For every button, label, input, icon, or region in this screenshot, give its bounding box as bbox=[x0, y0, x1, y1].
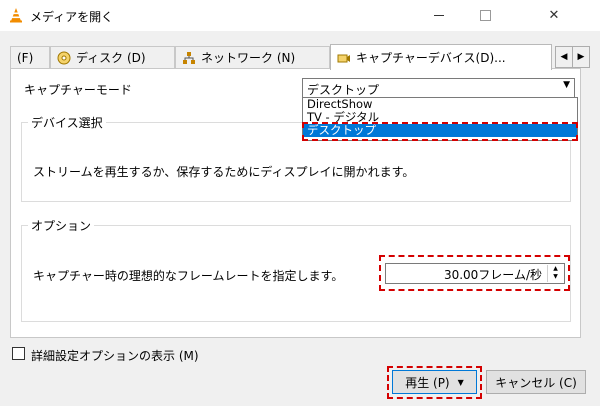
tab-scroll-left-button[interactable]: ◀ bbox=[555, 46, 573, 68]
title-bar: メディアを開く ✕ bbox=[0, 0, 600, 31]
capture-mode-dropdown-list: DirectShow TV - デジタル デスクトップ bbox=[302, 97, 578, 141]
capture-mode-select[interactable]: デスクトップ ▼ bbox=[302, 78, 575, 98]
dropdown-option-directshow[interactable]: DirectShow bbox=[303, 98, 577, 111]
options-legend: オプション bbox=[28, 217, 95, 234]
close-icon: ✕ bbox=[548, 8, 560, 23]
chevron-left-icon: ◀ bbox=[560, 52, 568, 62]
disc-icon bbox=[57, 51, 71, 64]
advanced-options-label[interactable]: 詳細設定オプションの表示 (M) bbox=[31, 347, 199, 364]
minimize-icon bbox=[434, 15, 444, 16]
tab-network-label: ネットワーク (N) bbox=[201, 51, 296, 65]
capture-mode-value: デスクトップ bbox=[307, 83, 380, 97]
tab-capture-device[interactable]: キャプチャーデバイス(D)... bbox=[330, 44, 552, 70]
close-button[interactable]: ✕ bbox=[508, 0, 600, 31]
device-selection-text: ストリームを再生するか、保存するためにディスプレイに開かれます。 bbox=[33, 165, 415, 179]
maximize-button[interactable] bbox=[462, 0, 508, 31]
tab-scroll-right-button[interactable]: ▶ bbox=[572, 46, 590, 68]
dropdown-option-desktop[interactable]: デスクトップ bbox=[303, 124, 577, 137]
capture-mode-label: キャプチャーモード bbox=[24, 83, 132, 97]
spin-up-icon[interactable]: ▲ bbox=[548, 265, 563, 273]
tab-file[interactable]: (F) bbox=[10, 46, 50, 68]
maximize-icon bbox=[479, 10, 491, 21]
chevron-right-icon: ▶ bbox=[577, 52, 585, 62]
vlc-cone-icon bbox=[10, 8, 22, 23]
framerate-value: 30.00フレーム/秒 bbox=[443, 268, 542, 282]
tab-network[interactable]: ネットワーク (N) bbox=[175, 46, 330, 68]
framerate-label: キャプチャー時の理想的なフレームレートを指定します。 bbox=[33, 269, 344, 283]
cancel-button[interactable]: キャンセル (C) bbox=[486, 370, 586, 394]
window-title: メディアを開く bbox=[30, 10, 114, 24]
play-button-label: 再生 (P) bbox=[405, 375, 450, 390]
spin-down-icon[interactable]: ▼ bbox=[548, 273, 563, 281]
tab-capture-label: キャプチャーデバイス(D)... bbox=[356, 51, 506, 65]
minimize-button[interactable] bbox=[416, 0, 462, 31]
advanced-options-checkbox[interactable] bbox=[12, 347, 25, 360]
play-dropdown-icon[interactable]: ▼ bbox=[458, 378, 464, 387]
play-button[interactable]: 再生 (P) ▼ bbox=[392, 370, 477, 394]
capture-icon bbox=[337, 54, 350, 62]
cancel-button-label: キャンセル (C) bbox=[495, 375, 577, 390]
framerate-spinbox[interactable]: 30.00フレーム/秒 ▲ ▼ bbox=[385, 263, 565, 284]
tab-disc[interactable]: ディスク (D) bbox=[50, 46, 175, 68]
framerate-spin-buttons: ▲ ▼ bbox=[547, 265, 563, 282]
dropdown-option-tv-digital[interactable]: TV - デジタル bbox=[303, 111, 577, 124]
tab-file-label: (F) bbox=[17, 50, 34, 65]
chevron-down-icon: ▼ bbox=[563, 80, 570, 90]
tab-disc-label: ディスク (D) bbox=[76, 51, 146, 65]
network-icon bbox=[183, 51, 195, 64]
device-selection-legend: デバイス選択 bbox=[28, 114, 106, 131]
